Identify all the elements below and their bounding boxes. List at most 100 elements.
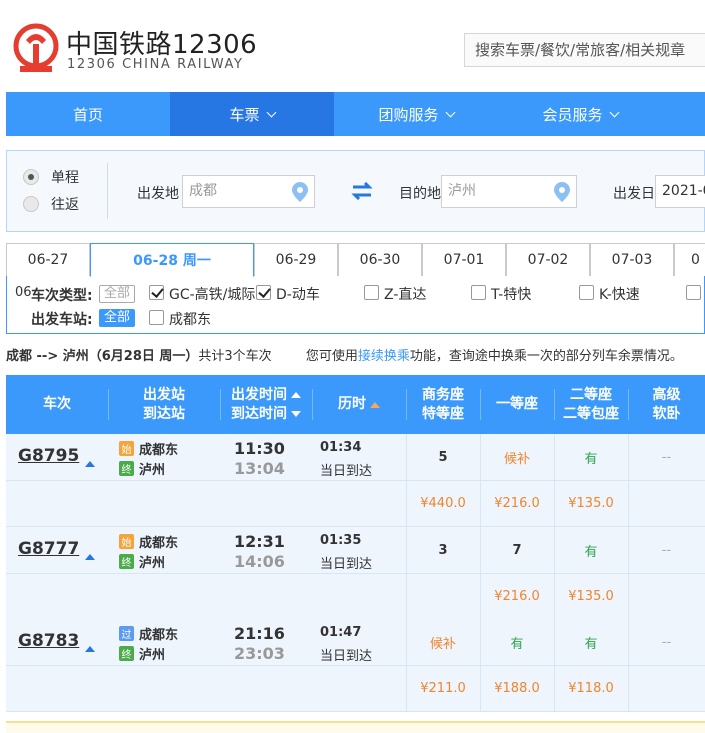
depart-time: 11:30 [234,439,285,458]
nav-item-tickets[interactable]: 车票 [170,92,334,136]
end-badge: 终 [119,461,134,476]
second-seat[interactable]: 有 [554,527,628,573]
train-number-link[interactable]: G8795 [18,446,79,466]
checkbox-unchecked-icon[interactable] [364,285,379,300]
col-first-label: 一等座 [496,396,538,412]
expand-stops-icon[interactable] [85,461,95,467]
train-type-label: 车次类型: [31,288,93,304]
nav-label: 团购服务 [378,105,439,124]
business-seat[interactable]: 5 [406,434,480,480]
radio-checked-icon[interactable] [23,169,39,185]
depart-time: 21:16 [234,624,285,643]
trip-round-option[interactable]: 往返 [23,194,79,214]
nav-item-group[interactable]: 团购服务 [334,92,498,136]
from-station-value: 成都 [189,183,217,199]
checkbox-unchecked-icon[interactable] [149,310,164,325]
departure-station-label: 出发车站: [31,312,93,328]
table-row: G8777 始成都东 终泸州 12:31 14:06 01:35 当日到达 3 … [6,527,705,574]
arrive-time: 13:04 [234,459,285,478]
train-type-d-label[interactable]: D-动车 [276,284,320,304]
date-input[interactable]: 2021-0 [655,175,705,208]
location-pin-icon[interactable] [554,182,570,202]
to-station-input[interactable]: 泸州 [441,175,577,208]
train-type-gc-label[interactable]: GC-高铁/城际 [169,284,255,304]
checkbox-checked-icon[interactable] [256,285,271,300]
train-type-k-label[interactable]: K-快速 [599,284,640,304]
col-time[interactable]: 出发时间 到达时间 [220,375,312,434]
second-seat[interactable]: 有 [554,619,628,665]
col-second: 二等座 二等包座 [554,375,628,434]
col-duration[interactable]: 历时 [312,375,406,434]
trip-one-way-option[interactable]: 单程 [23,167,79,187]
train-type-t-label[interactable]: T-特快 [491,284,531,304]
from-station-input[interactable]: 成都 [182,175,315,208]
date-tab[interactable]: 0 [674,243,705,276]
date-tab[interactable]: 07-02 [506,243,590,276]
nav-item-home[interactable]: 首页 [6,92,170,136]
col-train-label: 车次 [43,396,71,412]
date-tab-active[interactable]: 06-28 周一 [90,243,254,277]
checkbox-unchecked-icon[interactable] [686,285,701,300]
checkbox-unchecked-icon[interactable] [579,285,594,300]
swap-stations-icon[interactable] [351,182,373,200]
chevron-down-icon [609,107,619,117]
price-business: ¥440.0 [420,496,466,511]
col-depart-time: 出发时间 [231,386,287,403]
col-special-label: 特等座 [422,405,464,422]
to-station: 泸州 [139,556,166,571]
date-tab[interactable]: 06-27 [6,243,90,276]
site-search-input[interactable]: 搜索车票/餐饮/常旅客/相关规章 [464,33,705,67]
first-seat[interactable]: 有 [480,619,554,665]
price-second: ¥118.0 [568,681,614,696]
date-tab[interactable]: 06-29 [254,243,338,276]
train-type-z-label[interactable]: Z-直达 [384,284,426,304]
price-second: ¥135.0 [568,589,614,604]
table-row: G8783 过成都东 终泸州 21:16 23:03 01:47 当日到达 候补… [6,619,705,666]
second-seat[interactable]: 有 [554,434,628,480]
col-station-from: 出发站 [143,386,185,403]
price-first: ¥188.0 [494,681,540,696]
sort-up-icon[interactable] [291,391,301,398]
soft-sleeper: -- [661,542,672,558]
date-overlap-text: 06 [15,285,32,300]
table-row: G8795 始成都东 终泸州 11:30 13:04 01:34 当日到达 5 … [6,434,705,481]
nav-label: 车票 [229,105,260,124]
expand-stops-icon[interactable] [85,646,95,652]
sort-up-icon[interactable] [370,401,380,408]
first-seat[interactable]: 7 [480,527,554,573]
trip-one-way-label: 单程 [51,170,79,186]
from-station: 成都东 [139,443,179,458]
arrive-day: 当日到达 [320,557,373,572]
transfer-link[interactable]: 接续换乘 [358,349,410,364]
business-seat[interactable]: 候补 [406,619,480,665]
date-tabs: 06-27 06-28 周一 06-29 06-30 07-01 07-02 0… [6,243,705,277]
train-type-all-button[interactable]: 全部 [99,285,136,303]
first-seat[interactable]: 候补 [480,434,554,480]
train-number-link[interactable]: G8777 [18,539,79,559]
table-header: 车次 出发站 到达站 出发时间 到达时间 历时 商务座 特等座 一等座 二等座 … [6,375,705,434]
date-tab[interactable]: 07-03 [590,243,674,276]
checkbox-unchecked-icon[interactable] [471,285,486,300]
nav-item-member[interactable]: 会员服务 [498,92,662,136]
sort-down-icon[interactable] [291,410,301,417]
date-tab[interactable]: 07-01 [422,243,506,276]
col-business-label: 商务座 [422,386,464,403]
expand-stops-icon[interactable] [85,554,95,560]
brand-title: 中国铁路12306 [66,30,258,60]
train-number-link[interactable]: G8783 [18,631,79,651]
station-chengdudong-label[interactable]: 成都东 [169,309,211,329]
col-train[interactable]: 车次 [6,375,108,434]
chevron-down-icon [445,107,455,117]
arrive-time: 14:06 [234,552,285,571]
location-pin-icon[interactable] [292,182,308,202]
checkbox-checked-icon[interactable] [149,285,164,300]
duration: 01:34 [320,440,362,455]
china-railway-logo-icon [13,23,59,72]
col-soft-label-1: 高级 [652,386,681,403]
radio-unchecked-icon[interactable] [23,196,39,212]
station-all-button[interactable]: 全部 [99,309,136,327]
business-seat[interactable]: 3 [406,527,480,573]
depart-time: 12:31 [234,532,285,551]
date-tab[interactable]: 06-30 [338,243,422,276]
price-business [406,574,480,619]
